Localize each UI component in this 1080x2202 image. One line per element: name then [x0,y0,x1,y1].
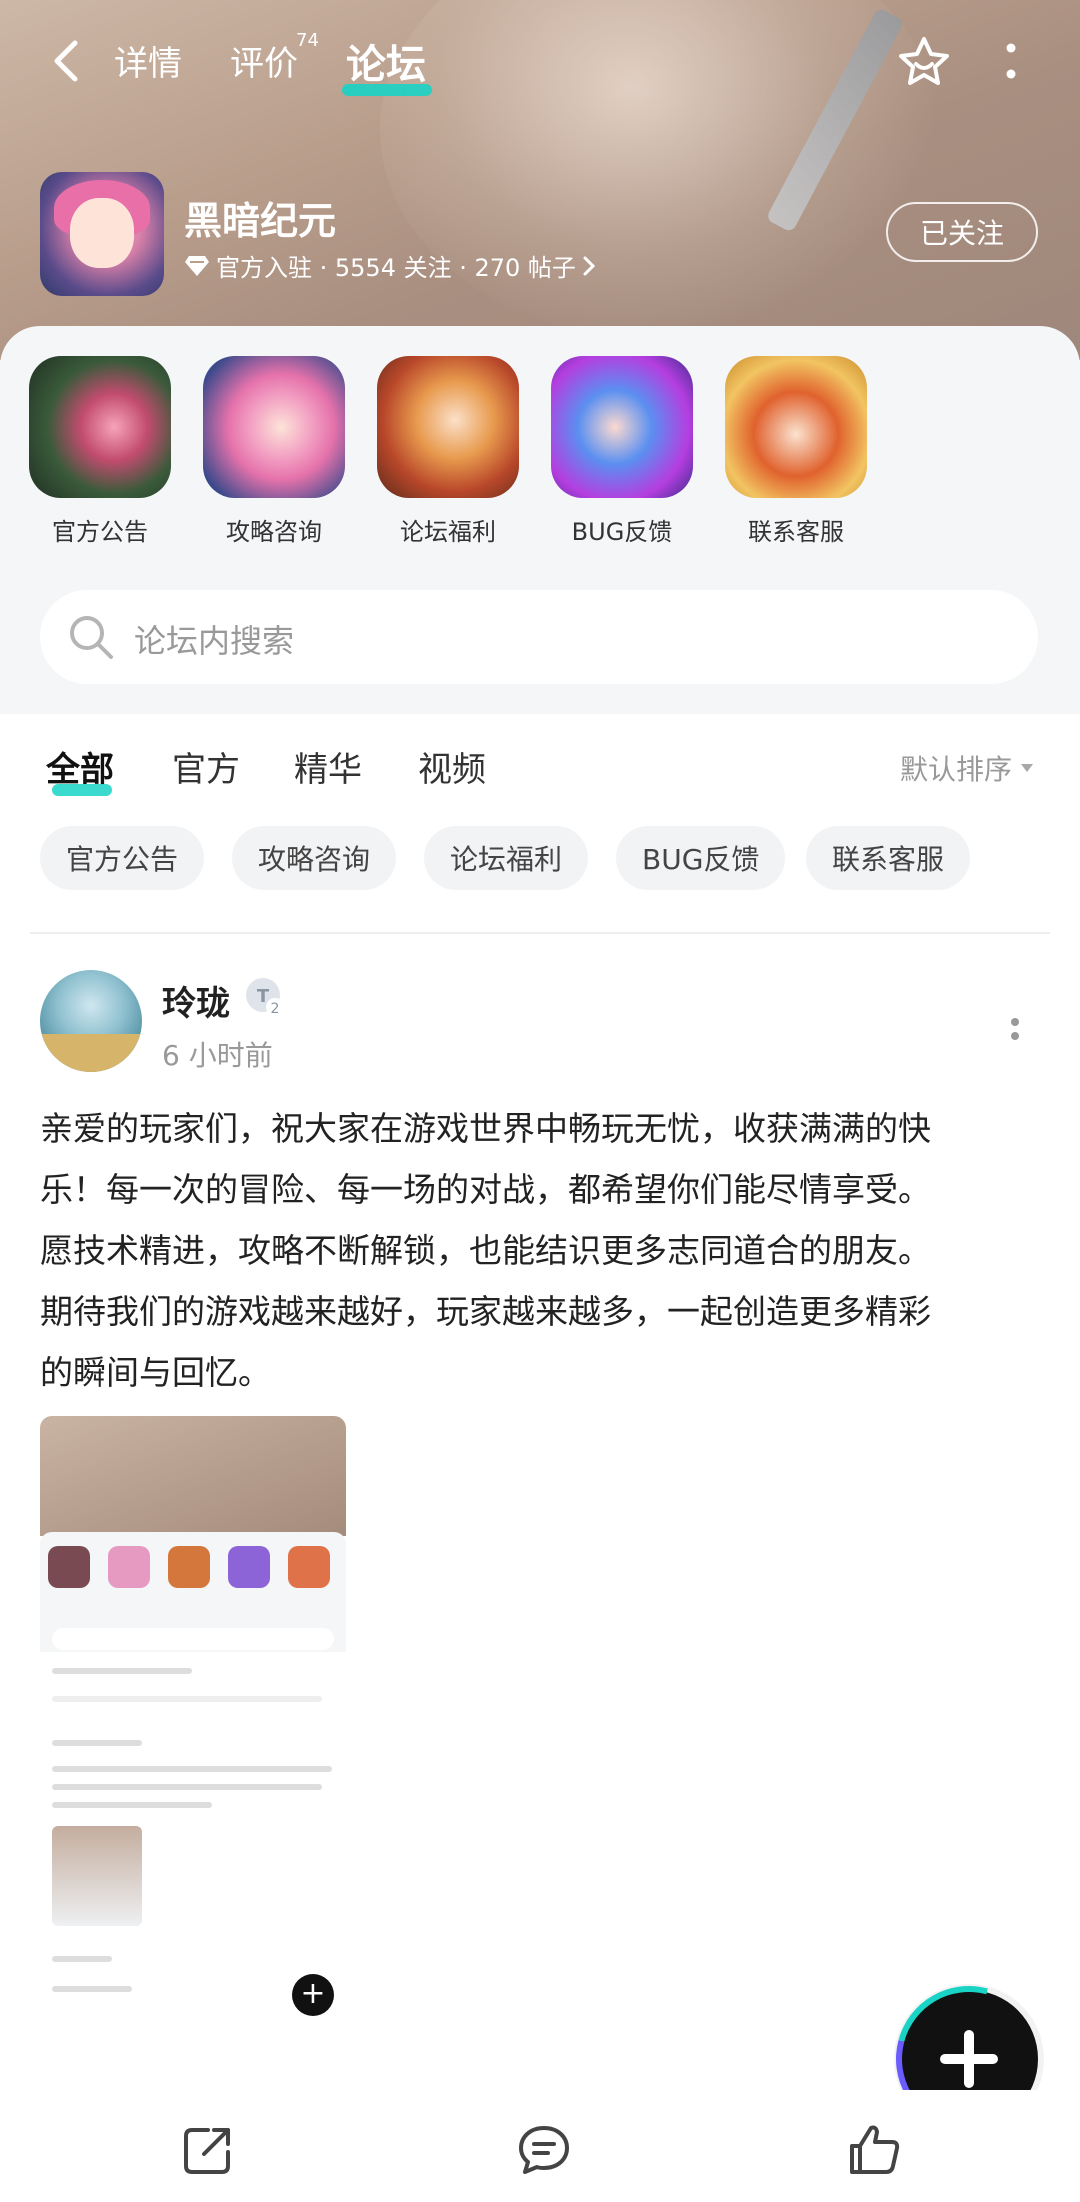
filter-tab-indicator [52,784,112,796]
chip-customer-service[interactable]: 联系客服 [806,826,971,890]
bug-icon [551,356,693,498]
shortcut-customer-service[interactable]: 联系客服 [724,356,868,547]
post-filter-tabs: 全部 官方 精华 视频 默认排序 [0,714,1080,834]
filter-tab-featured[interactable]: 精华 [294,742,362,791]
divider [30,932,1050,934]
post-author-name[interactable]: 玲珑 [162,976,230,1025]
comment-button[interactable] [514,2120,574,2180]
chip-bug-report[interactable]: BUG反馈 [616,826,786,890]
post-line: 乐！每一次的冒险、每一场的对战，都希望你们能尽情享受。 [40,1170,931,1209]
game-info: 黑暗纪元 官方入驻 · 5554 关注 · 270 帖子 已关注 [40,172,1040,296]
level-badge-icon: T 2 [246,978,284,1017]
chip-forum-benefits[interactable]: 论坛福利 [424,826,589,890]
more-vertical-icon [1006,43,1016,79]
game-meta-text: 官方入驻 · 5554 关注 · 270 帖子 [216,254,576,282]
shortcut-label: BUG反馈 [571,518,673,546]
top-bar: 详情 评价 74 论坛 [0,26,1080,96]
thumb-up-icon [850,2125,900,2174]
game-meta[interactable]: 官方入驻 · 5554 关注 · 270 帖子 [184,248,596,283]
shortcut-label: 论坛福利 [400,518,496,546]
guide-icon [203,356,345,498]
post-time: 6 小时前 [162,1039,273,1072]
game-icon[interactable] [40,172,164,296]
category-chips: 官方公告 攻略咨询 论坛福利 BUG反馈 联系客服 [0,826,1080,916]
sort-dropdown[interactable]: 默认排序 [900,748,1034,788]
game-title: 黑暗纪元 [184,199,337,243]
service-icon [725,356,867,498]
shortcut-forum-benefits[interactable]: 论坛福利 [376,356,520,547]
diamond-icon [185,255,209,276]
more-vertical-icon [1011,1018,1019,1040]
post-action-bar [0,2090,1080,2202]
share-icon [184,2128,230,2174]
like-button[interactable] [844,2120,904,2180]
level-number: 2 [271,1001,280,1017]
tab-details[interactable]: 详情 [114,36,182,85]
star-icon [899,37,949,85]
forum-header: 详情 评价 74 论坛 黑暗纪元 官方入驻 · 5554 关注 · 270 帖子… [0,0,1080,360]
search-icon [70,616,113,659]
shortcut-label: 官方公告 [52,518,148,546]
forum-search-input[interactable]: 论坛内搜索 [40,590,1038,684]
share-button[interactable] [178,2120,238,2180]
back-button[interactable] [46,36,86,86]
shortcut-guides[interactable]: 攻略咨询 [202,356,346,547]
post-image-thumbnail[interactable]: + [40,1416,346,2028]
post-line: 的瞬间与回忆。 [40,1353,271,1392]
tab-reviews[interactable]: 评价 [230,36,298,85]
caret-down-icon [1021,764,1034,772]
shortcut-label: 联系客服 [748,518,844,546]
filter-tab-official[interactable]: 官方 [172,742,240,791]
favorite-button[interactable] [896,34,952,90]
shortcut-label: 攻略咨询 [226,518,322,546]
comment-icon [519,2126,569,2174]
post-more-button[interactable] [1000,1000,1030,1060]
review-count-badge: 74 [296,30,319,51]
follow-button[interactable]: 已关注 [886,202,1038,262]
sort-label: 默认排序 [900,753,1013,786]
search-placeholder: 论坛内搜索 [134,622,295,660]
more-button[interactable] [996,36,1026,92]
post-line: 亲爱的玩家们，祝大家在游戏世界中畅玩无忧，收获满满的快 [40,1109,931,1148]
chevron-right-icon [583,256,596,275]
tab-forum[interactable]: 论坛 [346,32,426,90]
chip-guides[interactable]: 攻略咨询 [232,826,397,890]
post-line: 期待我们的游戏越来越好，玩家越来越多，一起创造更多精彩 [40,1292,931,1331]
forum-shortcut-panel: 官方公告 攻略咨询 论坛福利 BUG反馈 联系客服 论坛内搜索 [0,326,1080,714]
shortcut-official-announcement[interactable]: 官方公告 [28,356,172,547]
plus-icon [964,2030,974,2088]
chip-official-announcement[interactable]: 官方公告 [40,826,205,890]
gift-icon [377,356,519,498]
post-content: 亲爱的玩家们，祝大家在游戏世界中畅玩无忧，收获满满的快 乐！每一次的冒险、每一场… [40,1098,1040,1403]
filter-tab-video[interactable]: 视频 [418,742,486,791]
avatar[interactable] [40,970,142,1072]
back-arrow-icon [54,40,78,82]
announcement-icon [29,356,171,498]
shortcut-bug-report[interactable]: BUG反馈 [550,356,694,547]
post-line: 愿技术精进，攻略不断解锁，也能结识更多志同道合的朋友。 [40,1231,931,1270]
